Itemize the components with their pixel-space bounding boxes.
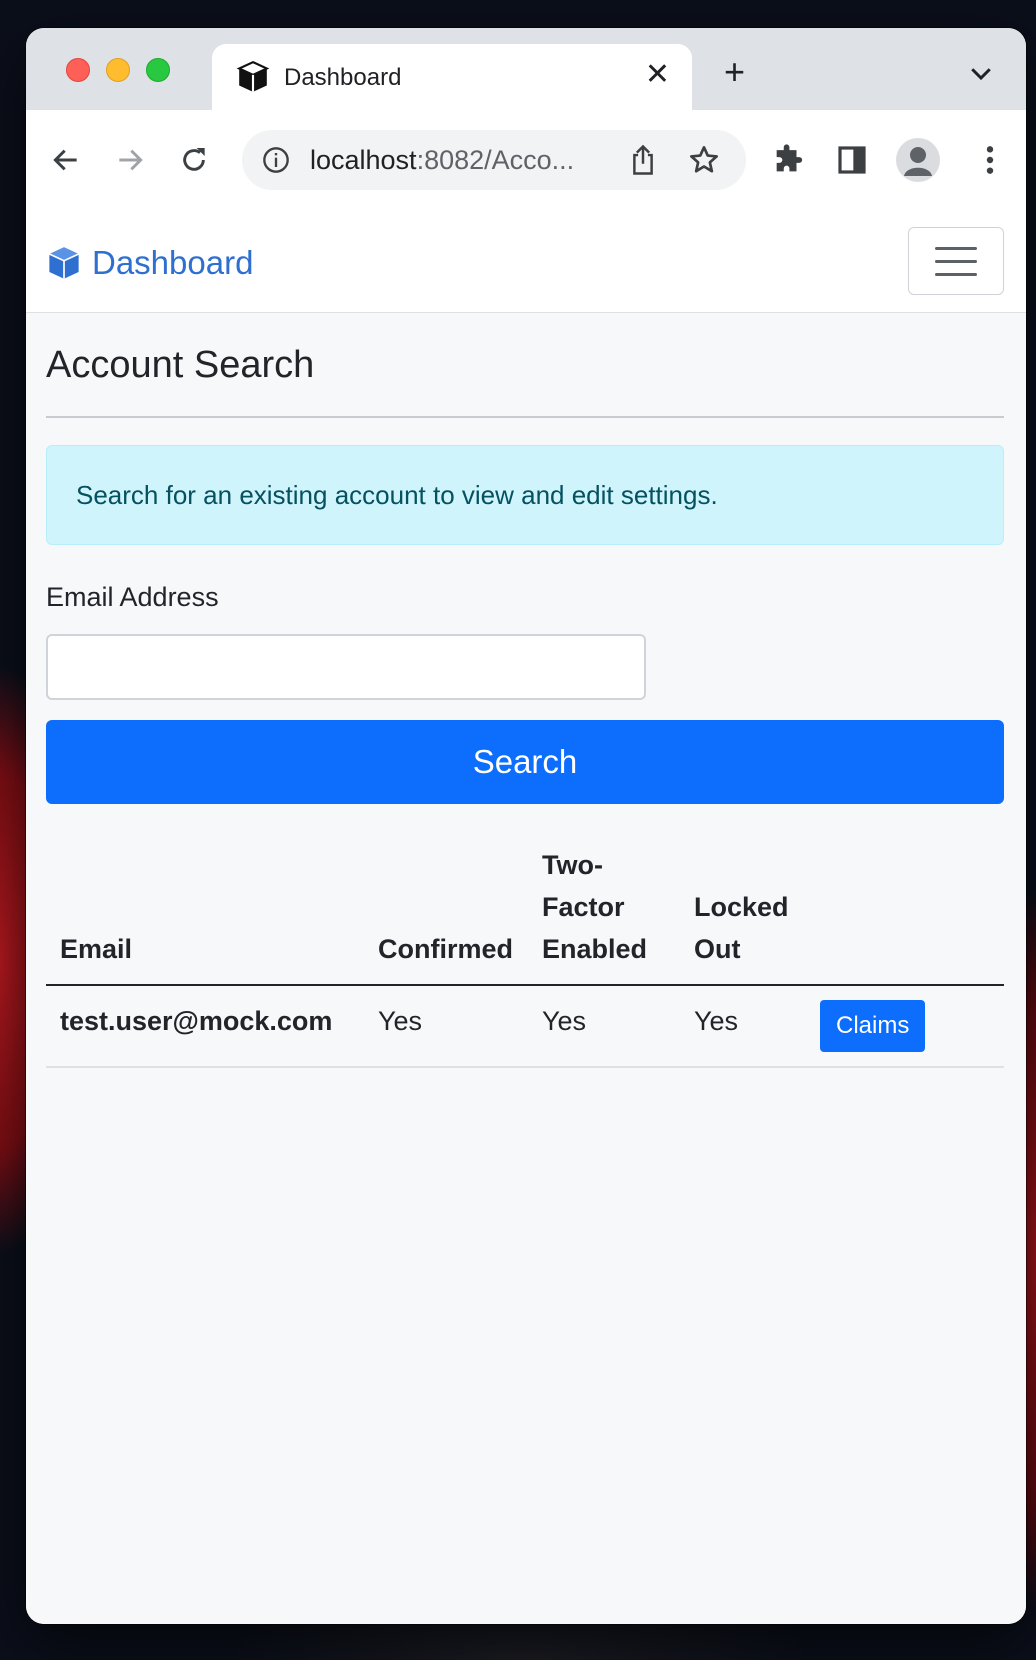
chevron-down-icon[interactable] xyxy=(966,58,996,88)
hamburger-icon xyxy=(935,247,977,250)
navbar-brand[interactable]: Dashboard xyxy=(46,244,253,282)
maximize-window-button[interactable] xyxy=(146,58,170,82)
menu-dots-icon xyxy=(986,146,994,174)
forward-arrow-icon xyxy=(119,149,143,171)
new-tab-button[interactable]: + xyxy=(724,54,745,90)
info-icon[interactable] xyxy=(262,146,290,174)
divider xyxy=(46,416,1004,418)
cell-confirmed: Yes xyxy=(364,985,528,1068)
page-title: Account Search xyxy=(46,344,315,386)
column-header-two-factor: Two-Factor Enabled xyxy=(528,840,680,986)
share-icon[interactable] xyxy=(628,144,658,176)
cell-actions: Claims xyxy=(806,985,1004,1068)
cell-email: test.user@mock.com xyxy=(46,985,364,1068)
cube-icon xyxy=(49,247,79,279)
table-row: test.user@mock.com Yes Yes Yes Claims xyxy=(46,985,1004,1068)
column-header-locked-out: Locked Out xyxy=(680,840,806,986)
search-button[interactable]: Search xyxy=(46,720,1004,804)
extensions-icon xyxy=(776,144,803,172)
hamburger-icon-line xyxy=(935,273,977,276)
profile-button[interactable] xyxy=(896,138,940,182)
table-header-row: Email Confirmed Two-Factor Enabled Locke… xyxy=(46,840,1004,986)
web-page: Dashboard Account Search Search for an e… xyxy=(26,212,1026,1624)
claims-button[interactable]: Claims xyxy=(820,1000,926,1052)
forward-button[interactable] xyxy=(110,140,150,180)
cell-two-factor: Yes xyxy=(528,985,680,1068)
cube-icon xyxy=(236,60,270,92)
star-icon[interactable] xyxy=(688,144,720,176)
reload-button[interactable] xyxy=(174,140,214,180)
minimize-window-button[interactable] xyxy=(106,58,130,82)
column-header-actions xyxy=(806,840,1004,986)
email-field[interactable] xyxy=(46,634,646,700)
browser-window: Dashboard ✕ + localhost:8082/Acco... Das… xyxy=(26,28,1026,1624)
cell-locked-out: Yes xyxy=(680,985,806,1068)
brand-label: Dashboard xyxy=(92,244,254,281)
hamburger-icon-line xyxy=(935,260,977,263)
address-bar[interactable]: localhost:8082/Acco... xyxy=(242,130,746,190)
column-header-confirmed: Confirmed xyxy=(364,840,528,986)
column-header-email: Email xyxy=(46,840,364,986)
side-panel-icon xyxy=(838,146,866,174)
close-window-button[interactable] xyxy=(66,58,90,82)
url-text: localhost:8082/Acco... xyxy=(310,145,575,175)
extensions-button[interactable] xyxy=(768,140,808,180)
tab-strip: Dashboard ✕ + xyxy=(26,28,1026,110)
tab-close-button[interactable]: ✕ xyxy=(645,58,670,92)
navbar: Dashboard xyxy=(26,212,1026,313)
tab-dashboard[interactable]: Dashboard ✕ xyxy=(212,44,692,110)
back-arrow-icon xyxy=(53,149,77,171)
side-panel-button[interactable] xyxy=(832,140,872,180)
results-table: Email Confirmed Two-Factor Enabled Locke… xyxy=(46,840,1004,1068)
tab-title: Dashboard xyxy=(284,64,402,91)
navbar-toggle-button[interactable] xyxy=(908,227,1004,295)
reload-icon xyxy=(183,148,205,171)
email-label: Email Address xyxy=(46,582,219,612)
profile-icon xyxy=(904,147,932,176)
window-controls xyxy=(66,58,170,82)
browser-toolbar: localhost:8082/Acco... xyxy=(26,110,1026,213)
info-alert: Search for an existing account to view a… xyxy=(46,445,1004,545)
browser-menu-button[interactable] xyxy=(970,140,1010,180)
back-button[interactable] xyxy=(46,140,86,180)
